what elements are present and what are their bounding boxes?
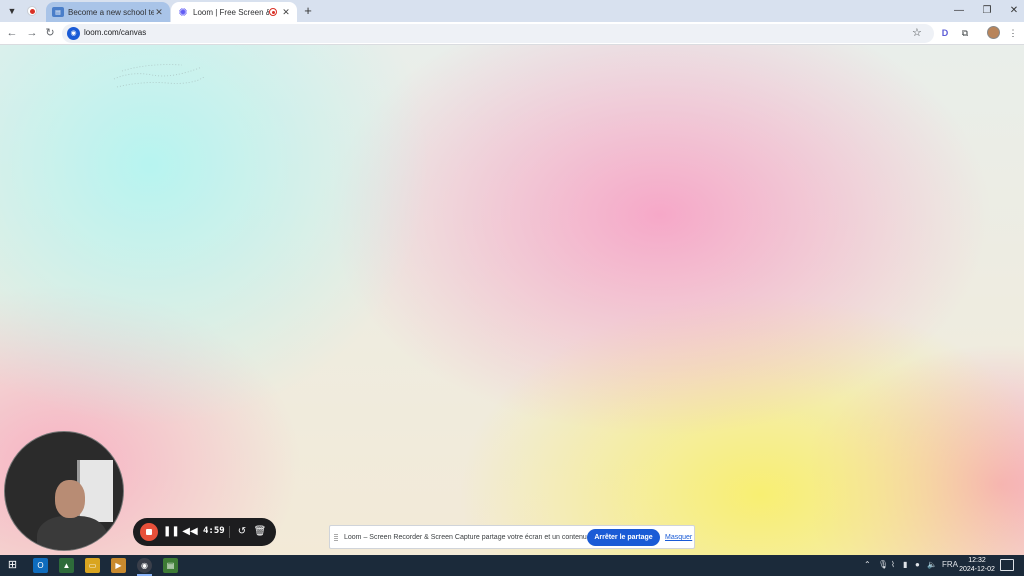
clock-time: 12:32 — [968, 557, 986, 564]
microphone-icon[interactable]: 🎙 — [878, 560, 888, 569]
recording-timer: 4:59 — [203, 526, 225, 536]
arrow-right-icon: → — [26, 27, 38, 39]
close-window-button[interactable]: ✕ — [1000, 2, 1024, 20]
battery-icon[interactable]: ▮ — [903, 560, 907, 569]
scribble-marks — [113, 64, 205, 88]
browser-toolbar: ← → ↻ ◉ loom.com/canvas ☆ D ⧉ ⋮ — [0, 22, 1024, 45]
webcam-person-body — [37, 516, 107, 550]
tab-title: Loom | Free Screen & Video — [193, 7, 269, 17]
close-icon[interactable]: ✕ — [154, 7, 164, 18]
recording-dot-icon — [269, 8, 277, 16]
extensions-puzzle-icon[interactable]: ⧉ — [957, 25, 973, 41]
loom-icon: ✺ — [178, 6, 188, 19]
new-tab-button[interactable]: + — [300, 3, 316, 19]
stop-recording-button[interactable] — [140, 523, 158, 541]
restart-icon[interactable]: ↺ — [234, 524, 250, 540]
windows-start-icon[interactable]: ⊞ — [5, 558, 20, 573]
tab-title: Become a new school teacher — [68, 7, 154, 17]
tab-search-button[interactable]: ▼ — [4, 3, 20, 19]
tab-school-teacher[interactable]: ▤ Become a new school teacher ✕ — [46, 2, 170, 22]
chrome-icon[interactable]: ◉ — [137, 558, 152, 573]
maximize-button[interactable]: ❐ — [973, 2, 1001, 20]
trash-icon[interactable]: 🗑 — [252, 524, 268, 540]
taskbar-clock[interactable]: 12:32 2024-12-02 — [958, 556, 996, 574]
reload-icon: ↻ — [45, 27, 55, 39]
webcam-bubble[interactable] — [4, 431, 124, 551]
windows-taskbar: ⊞ O ▲ ▭ ▶ ◉ ▤ ⌃ 🎙 ⌇ ▮ ● 🔈 FRA 12:32 2024… — [0, 555, 1024, 576]
file-explorer-icon[interactable]: ▭ — [85, 558, 100, 573]
tab-strip: ▼ ▤ Become a new school teacher ✕ ✺ Loom… — [0, 0, 1024, 22]
rewind-icon[interactable]: ◀◀ — [182, 524, 198, 540]
minimize-button[interactable]: — — [945, 2, 973, 20]
reload-button[interactable]: ↻ — [42, 25, 58, 41]
tab-loom[interactable]: ✺ Loom | Free Screen & Video ✕ — [171, 2, 297, 22]
document-icon[interactable]: ▤ — [163, 558, 178, 573]
language-indicator[interactable]: FRA — [942, 560, 958, 569]
hide-link[interactable]: Masquer — [665, 534, 692, 541]
stop-sharing-button[interactable]: Arrêter le partage — [587, 529, 660, 546]
network-icon[interactable]: ⌇ — [891, 560, 895, 569]
forward-button[interactable]: → — [24, 25, 40, 41]
divider — [229, 526, 230, 538]
chevron-down-icon: ▼ — [7, 6, 17, 16]
speaker-icon[interactable]: 🔈 — [927, 560, 937, 569]
profile-avatar[interactable] — [987, 26, 1000, 39]
loom-control-bar: ❚❚ ◀◀ 4:59 ↺ 🗑 — [133, 518, 276, 546]
recording-indicator-icon — [27, 6, 37, 16]
address-bar[interactable]: ◉ loom.com/canvas ☆ — [62, 24, 934, 43]
back-button[interactable]: ← — [4, 25, 20, 41]
close-icon[interactable]: ✕ — [281, 7, 291, 18]
bookmark-star-icon[interactable]: ☆ — [912, 26, 922, 39]
status-circle-icon[interactable]: ● — [915, 560, 920, 569]
webcam-person-head — [55, 480, 85, 518]
doc-icon: ▤ — [52, 7, 64, 17]
extension-d-button[interactable]: D — [937, 25, 953, 41]
menu-kebab-icon[interactable]: ⋮ — [1005, 25, 1021, 41]
screen-share-notification: Loom – Screen Recorder & Screen Capture … — [329, 525, 695, 549]
arrow-left-icon: ← — [6, 27, 18, 39]
share-message: Loom – Screen Recorder & Screen Capture … — [344, 534, 608, 541]
pause-icon[interactable]: ❚❚ — [163, 524, 180, 540]
outlook-icon[interactable]: O — [33, 558, 48, 573]
media-app-icon[interactable]: ▶ — [111, 558, 126, 573]
app-green-icon[interactable]: ▲ — [59, 558, 74, 573]
loom-canvas — [0, 45, 1024, 555]
chevron-up-icon[interactable]: ⌃ — [864, 560, 871, 569]
drag-handle-icon[interactable] — [334, 534, 338, 542]
clock-date: 2024-12-02 — [959, 566, 995, 573]
url-text: loom.com/canvas — [84, 28, 147, 37]
site-info-icon[interactable]: ◉ — [67, 27, 80, 40]
notification-center-icon[interactable] — [1000, 559, 1014, 571]
